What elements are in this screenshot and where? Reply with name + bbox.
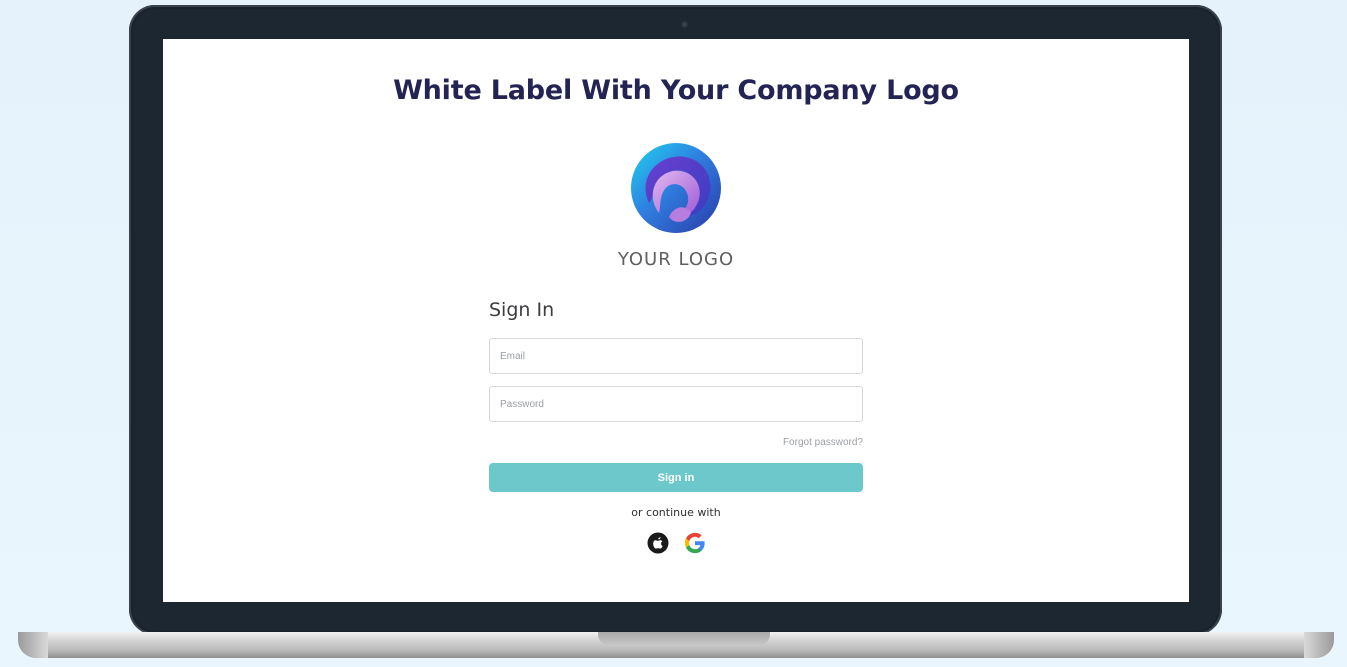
logo-text: YOUR LOGO [617, 249, 735, 270]
laptop-screen: White Label With Your Company Logo YOUR … [163, 39, 1189, 602]
laptop-lid: White Label With Your Company Logo YOUR … [129, 5, 1222, 635]
company-logo-icon [629, 141, 723, 235]
sign-in-button[interactable]: Sign in [489, 463, 863, 492]
google-icon[interactable] [683, 531, 707, 555]
sign-in-title: Sign In [489, 299, 555, 321]
forgot-password-link[interactable]: Forgot password? [489, 437, 863, 448]
page: White Label With Your Company Logo YOUR … [0, 0, 1347, 667]
password-field[interactable] [489, 386, 863, 422]
apple-icon[interactable] [646, 531, 670, 555]
continue-with-label: or continue with [631, 506, 721, 519]
email-field[interactable] [489, 338, 863, 374]
page-title: White Label With Your Company Logo [393, 75, 959, 106]
laptop-opening-notch [598, 632, 770, 646]
webcam-icon [681, 21, 688, 28]
